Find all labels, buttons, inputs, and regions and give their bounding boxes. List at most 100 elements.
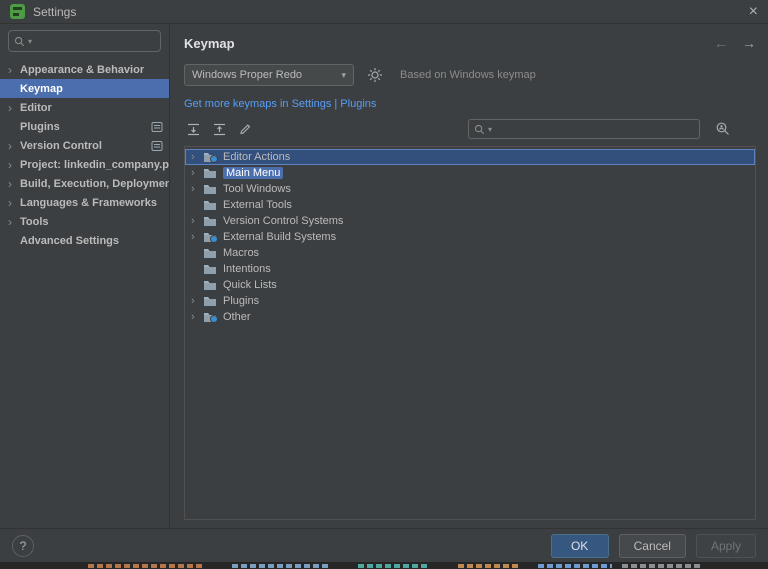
tree-row-quick-lists[interactable]: › Quick Lists: [185, 277, 755, 293]
get-more-keymaps-link[interactable]: Get more keymaps in Settings | Plugins: [184, 98, 756, 110]
console-text-fragment: [622, 564, 702, 568]
chevron-right-icon: ›: [8, 100, 12, 115]
tree-row-other[interactable]: › Other: [185, 309, 755, 325]
sidebar-item-editor[interactable]: › Editor: [0, 98, 169, 117]
sidebar-item-label: Plugins: [20, 120, 60, 133]
sidebar-item-project[interactable]: › Project: linkedin_company.py: [0, 155, 169, 174]
sidebar-item-keymap[interactable]: › Keymap: [0, 79, 169, 98]
chevron-right-icon: ›: [8, 214, 12, 229]
tree-row-main-menu[interactable]: › Main Menu: [185, 165, 755, 181]
sidebar-item-label: Project: linkedin_company.py: [20, 158, 169, 171]
tree-row-label: Macros: [223, 247, 260, 259]
pycharm-app-icon: [10, 4, 25, 19]
sidebar-item-appearance-behavior[interactable]: › Appearance & Behavior: [0, 60, 169, 79]
tree-row-external-build-systems[interactable]: › External Build Systems: [185, 229, 755, 245]
console-text-fragment: [458, 564, 520, 568]
dialog-titlebar: Settings ×: [0, 0, 768, 24]
keymap-action-tree: › Editor Actions › Main Menu › Tool Wind…: [184, 146, 756, 520]
keymap-scheme-value: Windows Proper Redo: [192, 69, 303, 81]
keymap-search-input[interactable]: [495, 123, 694, 135]
sidebar-item-label: Keymap: [20, 82, 63, 95]
sidebar-item-label: Tools: [20, 215, 49, 228]
sidebar-item-label: Advanced Settings: [20, 234, 120, 247]
chevron-right-icon: ›: [8, 157, 12, 172]
back-arrow-icon[interactable]: ←: [714, 35, 728, 51]
search-filter-caret-icon: ▾: [28, 36, 33, 46]
tree-row-intentions[interactable]: › Intentions: [185, 261, 755, 277]
sidebar-item-label: Languages & Frameworks: [20, 196, 157, 209]
dialog-footer: ? OK Cancel Apply: [0, 528, 768, 562]
tree-row-editor-actions[interactable]: › Editor Actions: [185, 149, 755, 165]
tree-row-macros[interactable]: › Macros: [185, 245, 755, 261]
tree-row-label: Tool Windows: [223, 183, 291, 195]
based-on-label: Based on Windows keymap: [400, 69, 536, 81]
folder-icon: [203, 296, 219, 307]
sidebar-item-label: Build, Execution, Deployment: [20, 177, 169, 190]
chevron-right-icon: ›: [8, 176, 12, 191]
tree-row-version-control-systems[interactable]: › Version Control Systems: [185, 213, 755, 229]
search-filter-caret-icon: ▾: [488, 124, 493, 134]
folder-icon: [203, 200, 219, 211]
sidebar-item-plugins[interactable]: › Plugins: [0, 117, 169, 136]
tree-row-tool-windows[interactable]: › Tool Windows: [185, 181, 755, 197]
chevron-down-icon: ▾: [341, 69, 346, 80]
folder-icon: [203, 216, 219, 227]
ok-button[interactable]: OK: [550, 533, 609, 558]
chevron-right-icon: ›: [8, 138, 12, 153]
keymap-scheme-dropdown[interactable]: Windows Proper Redo ▾: [184, 64, 354, 86]
search-icon: [474, 124, 485, 135]
sidebar-item-label: Appearance & Behavior: [20, 63, 145, 76]
sidebar-item-languages-frameworks[interactable]: › Languages & Frameworks: [0, 193, 169, 212]
close-icon[interactable]: ×: [749, 3, 758, 20]
gear-icon[interactable]: [366, 66, 384, 84]
sidebar-item-advanced-settings[interactable]: › Advanced Settings: [0, 231, 169, 250]
folder-icon: [203, 264, 219, 275]
chevron-right-icon: ›: [191, 166, 195, 179]
tree-row-external-tools[interactable]: › External Tools: [185, 197, 755, 213]
folder-icon: [203, 184, 219, 195]
tree-row-label: External Build Systems: [223, 231, 337, 243]
sidebar-item-label: Version Control: [20, 139, 102, 152]
keymap-panel: Keymap ← → Windows Proper Redo ▾ Based o…: [170, 24, 768, 528]
console-text-fragment: [358, 564, 430, 568]
chevron-right-icon: ›: [191, 182, 195, 195]
chevron-right-icon: ›: [191, 294, 195, 307]
sidebar-item-tools[interactable]: › Tools: [0, 212, 169, 231]
dialog-title: Settings: [33, 4, 77, 19]
sidebar-item-build-execution-deployment[interactable]: › Build, Execution, Deployment: [0, 174, 169, 193]
tree-row-label: Plugins: [223, 295, 260, 307]
expand-all-icon[interactable]: [184, 120, 202, 138]
page-title: Keymap: [184, 35, 235, 51]
sidebar-search-input[interactable]: [35, 35, 155, 47]
tree-row-label: Intentions: [223, 263, 271, 275]
sidebar-search-box[interactable]: ▾: [8, 30, 161, 52]
tree-row-plugins[interactable]: › Plugins: [185, 293, 755, 309]
keymap-search-box[interactable]: ▾: [468, 119, 700, 139]
sidebar-item-version-control[interactable]: › Version Control: [0, 136, 169, 155]
settings-sidebar: ▾ › Appearance & Behavior › Keymap › Edi…: [0, 24, 170, 528]
chevron-right-icon: ›: [191, 214, 195, 227]
console-text-fragment: [538, 564, 612, 568]
cancel-button[interactable]: Cancel: [618, 533, 686, 558]
console-text-fragment: [232, 564, 330, 568]
collapse-all-icon[interactable]: [210, 120, 228, 138]
folder-icon: [203, 168, 219, 179]
edit-pencil-icon[interactable]: [236, 120, 254, 138]
tree-row-label: Main Menu: [223, 167, 284, 179]
find-actions-by-shortcut-icon[interactable]: [714, 120, 732, 138]
folder-icon: [203, 248, 219, 259]
chevron-right-icon: ›: [8, 195, 12, 210]
forward-arrow-icon[interactable]: →: [742, 35, 756, 51]
help-button[interactable]: ?: [12, 534, 34, 557]
settings-dialog: Settings × ▾ › Appearance & Behavior › K…: [0, 0, 768, 562]
tree-row-label: External Tools: [223, 199, 292, 211]
console-text-fragment: [88, 564, 204, 568]
sidebar-item-label: Editor: [20, 101, 52, 114]
tree-row-label: Version Control Systems: [223, 215, 344, 227]
folder-icon: [203, 312, 219, 323]
tree-row-label: Quick Lists: [223, 279, 277, 291]
folder-icon: [203, 152, 219, 163]
apply-button[interactable]: Apply: [695, 533, 756, 558]
chevron-right-icon: ›: [191, 230, 195, 243]
external-settings-icon: [151, 121, 163, 133]
